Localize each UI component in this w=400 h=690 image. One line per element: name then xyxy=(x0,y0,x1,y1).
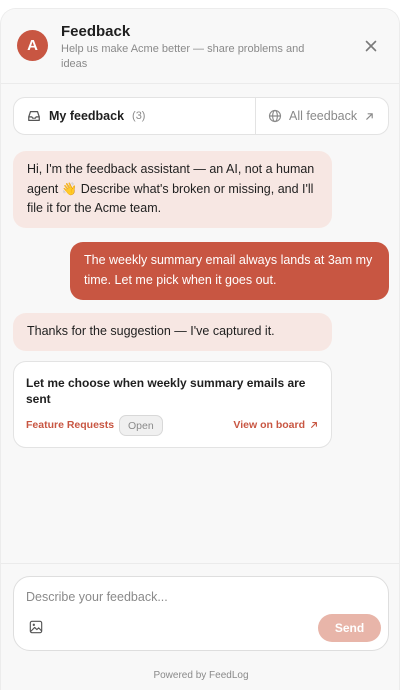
assistant-message: Hi, I'm the feedback assistant — an AI, … xyxy=(13,151,332,228)
composer-area: Send Powered by FeedLog xyxy=(1,563,399,690)
feedback-card-title: Let me choose when weekly summary emails… xyxy=(26,376,306,406)
attach-image-button[interactable] xyxy=(28,619,44,635)
view-on-board-link[interactable]: View on board xyxy=(233,419,318,431)
external-link-icon xyxy=(311,422,317,428)
assistant-message: Thanks for the suggestion — I've capture… xyxy=(13,313,332,351)
widget-title: Feedback xyxy=(61,23,131,40)
composer: Send xyxy=(13,576,389,651)
avatar: A xyxy=(17,30,48,61)
close-icon xyxy=(365,40,377,52)
feedback-card: Let me choose when weekly summary emails… xyxy=(13,361,332,448)
close-button[interactable] xyxy=(360,35,382,57)
user-message: The weekly summary email always lands at… xyxy=(70,242,389,300)
tab-my-feedback[interactable]: My feedback (3) xyxy=(14,98,256,134)
inbox-icon xyxy=(28,111,40,121)
powered-by: Powered by FeedLog xyxy=(153,670,249,681)
tab-my-feedback-label: My feedback xyxy=(49,109,125,123)
tab-all-feedback-label: All feedback xyxy=(289,109,358,123)
feedback-category-link[interactable]: Feature Requests xyxy=(26,419,114,431)
view-on-board-label: View on board xyxy=(233,419,305,431)
send-button[interactable]: Send xyxy=(318,614,381,642)
tab-all-feedback[interactable]: All feedback xyxy=(256,98,388,134)
widget-subtitle: Help us make Acme better — share problem… xyxy=(61,43,305,70)
status-badge: Open xyxy=(119,415,163,436)
feedback-tabs: My feedback (3) All feedback xyxy=(13,97,389,135)
widget-header: A Feedback Help us make Acme better — sh… xyxy=(1,9,399,84)
feedback-input[interactable] xyxy=(26,587,366,607)
image-icon xyxy=(29,620,43,634)
external-link-icon xyxy=(366,112,373,120)
tab-my-feedback-count: (3) xyxy=(132,110,146,122)
feedback-widget: A Feedback Help us make Acme better — sh… xyxy=(0,8,400,690)
globe-icon xyxy=(268,109,282,123)
